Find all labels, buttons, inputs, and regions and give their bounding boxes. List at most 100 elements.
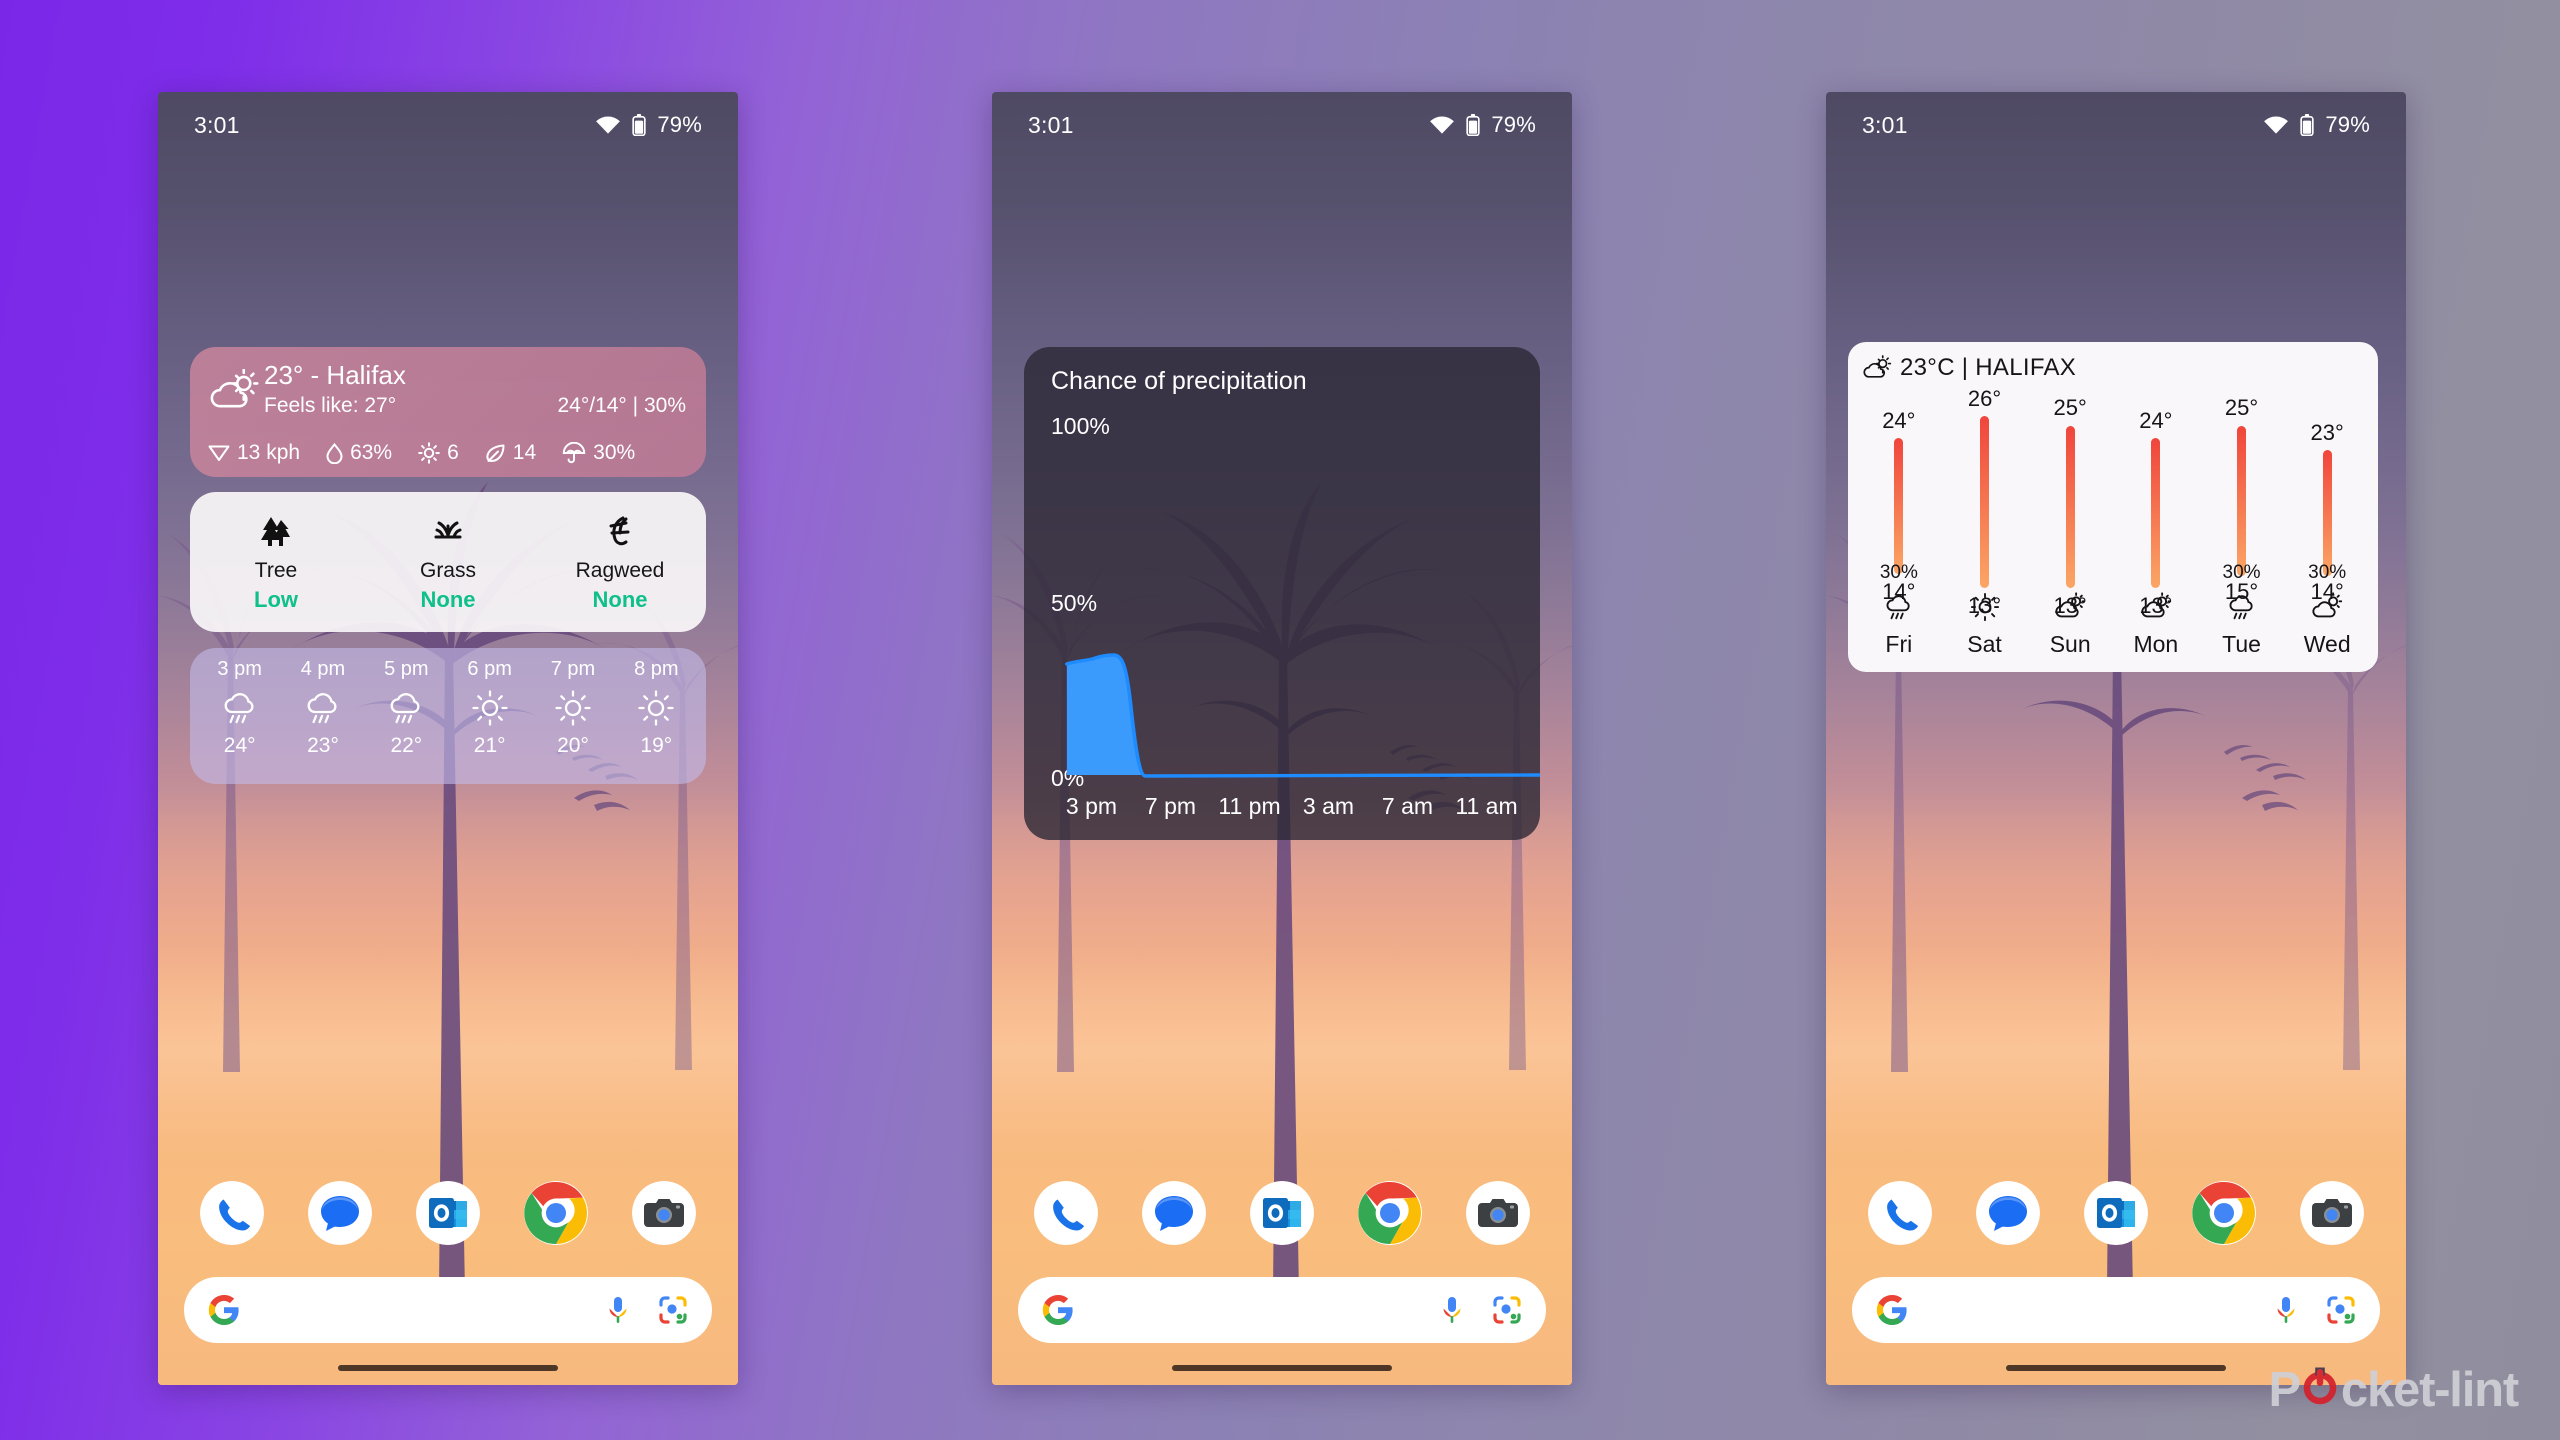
- forecast-high: 23°: [2310, 420, 2344, 445]
- hourly-forecast-widget[interactable]: 3 pm 24° 4 pm 23° 5 pm 22° 6 pm 21° 7 pm…: [190, 648, 706, 784]
- search-input[interactable]: [1074, 1277, 1438, 1343]
- hourly-cell: 3 pm 24°: [198, 658, 281, 776]
- wind-icon: [208, 445, 230, 461]
- forecast-day-column[interactable]: 23° 14° 30% Wed: [2284, 386, 2370, 664]
- chart-title: Chance of precipitation: [1051, 367, 1307, 395]
- hourly-cell: 5 pm 22°: [365, 658, 448, 776]
- microphone-icon[interactable]: [1438, 1295, 1466, 1325]
- pollen-item-tree[interactable]: Tree Low: [190, 511, 362, 613]
- microphone-icon[interactable]: [2272, 1295, 2300, 1325]
- camera-icon[interactable]: [2300, 1181, 2364, 1245]
- hour-temp: 20°: [557, 734, 589, 757]
- messages-icon[interactable]: [1976, 1181, 2040, 1245]
- phone-screenshot-1: 3:01 79% 23° - Halifax Feels like: 27° 2…: [158, 92, 738, 1385]
- precipitation-chart-widget[interactable]: Chance of precipitation 100% 50% 0% 3 pm…: [1024, 347, 1540, 840]
- forecast-high: 24°: [1882, 408, 1916, 433]
- partly-cloudy-icon: [2311, 590, 2343, 624]
- hourly-cell: 7 pm 20°: [531, 658, 614, 776]
- wifi-icon: [2264, 116, 2289, 134]
- status-time: 3:01: [1028, 111, 1074, 138]
- uv-icon: [418, 442, 440, 464]
- forecast-day-column[interactable]: 24° 13° Mon: [2113, 386, 2199, 664]
- partly-cloudy-icon: [2140, 590, 2172, 624]
- metric-precip-value: 30%: [593, 441, 636, 464]
- hourly-cell: 4 pm 23°: [281, 658, 364, 776]
- phone-icon[interactable]: [1034, 1181, 1098, 1245]
- hourly-cell: 8 pm 19°: [615, 658, 698, 776]
- hour-temp: 23°: [307, 734, 339, 757]
- microphone-icon[interactable]: [604, 1295, 632, 1325]
- sunny-icon: [531, 685, 614, 731]
- search-input[interactable]: [240, 1277, 604, 1343]
- status-time: 3:01: [194, 111, 240, 138]
- high-low-precip: 24°/14° | 30%: [557, 394, 686, 418]
- pocket-lint-watermark: P cket-lint: [2268, 1362, 2519, 1418]
- google-search-bar[interactable]: [184, 1277, 712, 1343]
- temp-range-bar: [2065, 426, 2075, 588]
- metric-aqi-value: 14: [512, 441, 537, 464]
- app-dock: [180, 1181, 716, 1245]
- precip-line: [1065, 653, 1540, 778]
- sunny-icon: [448, 685, 531, 731]
- pollen-name: Ragweed: [575, 559, 665, 582]
- google-g-icon: [1042, 1295, 1073, 1325]
- hour-time: 5 pm: [384, 658, 429, 680]
- camera-icon[interactable]: [632, 1181, 696, 1245]
- rain-icon: [198, 685, 281, 731]
- forecast-high: 24°: [2139, 408, 2173, 433]
- metric-precip: 30%: [562, 441, 635, 465]
- temp-range-bar: [2322, 450, 2332, 576]
- forecast-day-column[interactable]: 24° 14° 30% Fri: [1856, 386, 1942, 664]
- pollen-item-grass[interactable]: Grass None: [362, 511, 534, 613]
- metric-humidity-value: 63%: [350, 441, 393, 464]
- sunny-icon: [1970, 590, 2000, 624]
- home-indicator[interactable]: [338, 1365, 558, 1371]
- current-weather-widget[interactable]: 23° - Halifax Feels like: 27° 24°/14° | …: [190, 347, 706, 477]
- google-lens-icon[interactable]: [2326, 1295, 2356, 1325]
- chrome-icon[interactable]: [1358, 1181, 1422, 1245]
- battery-icon: [1466, 114, 1481, 136]
- google-search-bar[interactable]: [1852, 1277, 2380, 1343]
- chrome-icon[interactable]: [524, 1181, 588, 1245]
- rain-icon: [281, 685, 364, 731]
- forecast-high: 25°: [2053, 395, 2087, 420]
- app-dock: [1014, 1181, 1550, 1245]
- phone-icon[interactable]: [200, 1181, 264, 1245]
- search-input[interactable]: [1908, 1277, 2272, 1343]
- pollen-name: Grass: [419, 559, 476, 582]
- battery-percent: 79%: [657, 112, 702, 137]
- metric-wind-value: 13 kph: [237, 441, 301, 464]
- partly-cloudy-icon: [1863, 355, 1892, 378]
- status-bar: 3:01 79%: [1826, 92, 2406, 158]
- google-search-bar[interactable]: [1018, 1277, 1546, 1343]
- google-lens-icon[interactable]: [658, 1295, 688, 1325]
- outlook-icon[interactable]: [1250, 1181, 1314, 1245]
- forecast-day-column[interactable]: 25° 13° Sun: [2027, 386, 2113, 664]
- rain-icon: [2226, 590, 2258, 624]
- forecast-day-column[interactable]: 26° 13° Sat: [1942, 386, 2028, 664]
- metric-aqi: 14: [485, 441, 536, 465]
- status-bar: 3:01 79%: [992, 92, 1572, 158]
- six-day-forecast-widget[interactable]: 23°C | HALIFAX 24° 14° 30% Fri 26° 13° S…: [1848, 342, 2378, 672]
- forecast-high: 26°: [1967, 386, 2002, 411]
- metric-humidity: 63%: [326, 441, 392, 465]
- phone-screenshot-3: 3:01 79% 23°C | HALIFAX 24° 14° 30% Fri …: [1826, 92, 2406, 1385]
- metric-uv: 6: [418, 441, 459, 465]
- messages-icon[interactable]: [1142, 1181, 1206, 1245]
- grass-icon: [362, 511, 534, 551]
- forecast-day-column[interactable]: 25° 15° 30% Tue: [2199, 386, 2285, 664]
- pollen-item-ragweed[interactable]: Ragweed None: [534, 511, 706, 613]
- chrome-icon[interactable]: [2192, 1181, 2256, 1245]
- pollen-widget[interactable]: Tree Low Grass None Ragweed None: [190, 492, 706, 632]
- camera-icon[interactable]: [1466, 1181, 1530, 1245]
- battery-icon: [2300, 114, 2315, 136]
- outlook-icon[interactable]: [2084, 1181, 2148, 1245]
- google-lens-icon[interactable]: [1492, 1295, 1522, 1325]
- phone-icon[interactable]: [1868, 1181, 1932, 1245]
- home-indicator[interactable]: [1172, 1365, 1392, 1371]
- messages-icon[interactable]: [308, 1181, 372, 1245]
- outlook-icon[interactable]: [416, 1181, 480, 1245]
- home-indicator[interactable]: [2006, 1365, 2226, 1371]
- hour-time: 3 pm: [217, 658, 262, 680]
- pollen-name: Tree: [254, 559, 298, 582]
